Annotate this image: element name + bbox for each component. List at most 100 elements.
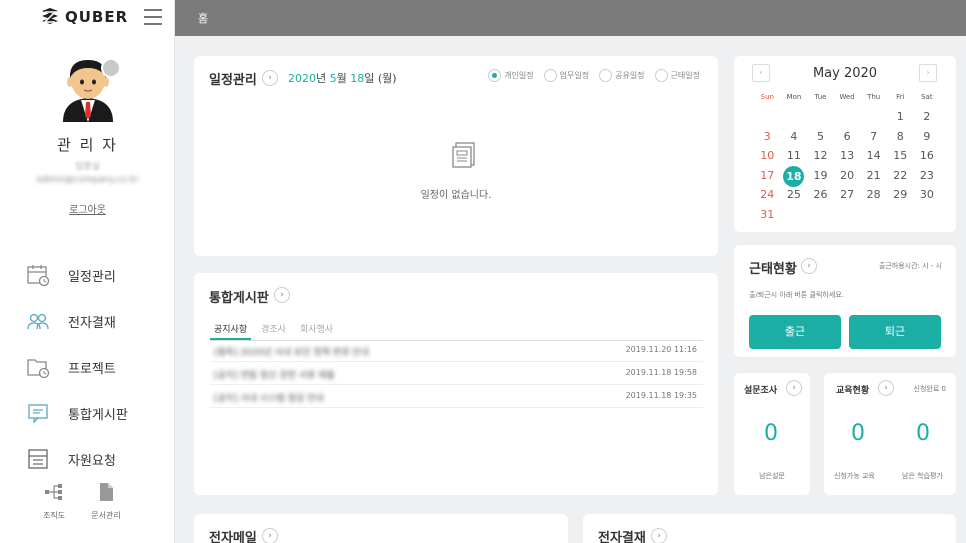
calendar-day[interactable]: 15 [887, 146, 914, 166]
sidebar-nav: 일정관리 전자결재 프로젝트 통합게시판 자원요청 [0, 252, 175, 482]
table-row[interactable]: [필독] 2020년 사내 보안 정책 변경 안내 2019.11.20 11:… [210, 339, 703, 362]
user-email: admin@company.co.kr [36, 175, 139, 185]
sidebar-item-resource[interactable]: 자원요청 [0, 436, 175, 482]
tab-company-event[interactable]: 회사행사 [296, 319, 337, 340]
calendar-day[interactable]: 7 [860, 127, 887, 147]
calendar-grid: Sun Mon Tue Wed Thu Fri Sat 1 2 3 4 5 6 7 8 9 10 11 12 13 14… [754, 93, 940, 224]
calendar-card: ‹ May 2020 › Sun Mon Tue Wed Thu Fri Sat 1 2 3 4 5 6… [734, 56, 956, 232]
filter-attendance-radio[interactable]: 근태일정 [654, 69, 700, 82]
menu-toggle-icon[interactable] [144, 9, 162, 25]
education-available-count: 0 [851, 421, 865, 446]
calendar-day[interactable]: 8 [887, 127, 914, 147]
calendar-day[interactable]: 1 [887, 107, 914, 127]
post-title: [필독] 2020년 사내 보안 정책 변경 안내 [214, 348, 369, 358]
sidebar-item-approval[interactable]: 전자결재 [0, 298, 175, 344]
calendar-day[interactable]: 20 [834, 166, 861, 186]
radio-label: 업무일정 [559, 71, 590, 80]
calendar-blank [754, 107, 781, 127]
post-title: [공지] 연말 정산 관련 서류 제출 [214, 371, 335, 381]
calendar-day[interactable]: 14 [860, 146, 887, 166]
board-title: 통합게시판 [209, 291, 269, 306]
survey-label: 남은설문 [759, 472, 785, 480]
mail-more-chevron-icon[interactable]: › [262, 528, 278, 543]
sub-item-label: 문서관리 [91, 511, 121, 520]
check-out-button[interactable]: 퇴근 [849, 315, 941, 349]
sidebar-item-board[interactable]: 통합게시판 [0, 390, 175, 436]
avatar[interactable] [57, 56, 121, 122]
survey-more-chevron-icon[interactable]: › [786, 380, 802, 396]
calendar-day[interactable]: 31 [754, 205, 781, 225]
approval-more-chevron-icon[interactable]: › [651, 528, 667, 543]
breadcrumb[interactable]: 홈 [198, 10, 208, 26]
date-year: 2020 [288, 72, 316, 85]
schedule-date: 2020년 5월 18일 (월) [288, 70, 397, 86]
attendance-allowed-hours: 출근허용시간: 시 - 시 [878, 262, 942, 270]
calendar-day[interactable]: 17 [754, 166, 781, 186]
calendar-day[interactable]: 27 [834, 185, 861, 205]
logout-link[interactable]: 로그아웃 [69, 201, 106, 216]
profile-settings-gear-icon[interactable] [100, 58, 121, 78]
education-status: 신청완료 0 [913, 385, 946, 393]
calendar-day[interactable]: 11 [781, 146, 808, 166]
check-in-button[interactable]: 출근 [749, 315, 841, 349]
date-sep-year: 년 [316, 72, 330, 85]
calendar-day[interactable]: 28 [860, 185, 887, 205]
calendar-day[interactable]: 6 [834, 127, 861, 147]
calendar-next-chevron-icon[interactable]: › [919, 64, 937, 82]
filter-shared-radio[interactable]: 공유일정 [599, 69, 645, 82]
survey-count: 0 [764, 421, 778, 446]
calendar-weekday: Sun [760, 93, 774, 101]
calendar-weekday: Mon [786, 93, 802, 101]
calendar-day[interactable]: 12 [807, 146, 834, 166]
calendar-day[interactable]: 4 [781, 127, 808, 147]
board-tabs: 공지사항 경조사 회사행사 [210, 319, 703, 341]
calendar-day[interactable]: 3 [754, 127, 781, 147]
education-more-chevron-icon[interactable]: › [878, 380, 894, 396]
attendance-hint: 출/퇴근시 아래 버튼 클릭하세요. [749, 291, 844, 299]
tab-notice[interactable]: 공지사항 [210, 319, 252, 340]
calendar-day[interactable]: 26 [807, 185, 834, 205]
filter-work-radio[interactable]: 업무일정 [543, 69, 590, 82]
calendar-day[interactable]: 21 [860, 166, 887, 186]
table-row[interactable]: [공지] 연말 정산 관련 서류 제출 2019.11.18 19:58 [210, 362, 703, 385]
calendar-day[interactable]: 5 [807, 127, 834, 147]
education-available-label: 신청가능 교육 [834, 472, 875, 480]
org-chart-icon [45, 484, 62, 500]
attendance-more-chevron-icon[interactable]: › [801, 258, 817, 274]
sidebar-item-org-chart[interactable]: 조직도 [34, 482, 74, 521]
sidebar-item-documents[interactable]: 문서관리 [86, 482, 126, 521]
schedule-more-chevron-icon[interactable]: › [262, 70, 278, 86]
calendar-day[interactable]: 19 [807, 166, 834, 186]
sub-item-label: 조직도 [42, 511, 66, 520]
calendar-day[interactable]: 24 [754, 185, 781, 205]
survey-title: 설문조사 [744, 386, 778, 396]
top-bar: 홈 [175, 0, 966, 36]
calendar-day-today[interactable]: 18 [781, 165, 808, 187]
logo[interactable]: QUBER [40, 7, 128, 27]
calendar-blank [807, 107, 834, 127]
table-row[interactable]: [공지] 사내 시스템 점검 안내 2019.11.18 19:35 [210, 385, 703, 408]
calendar-day[interactable]: 22 [887, 166, 914, 186]
post-date: 2019.11.18 19:58 [625, 368, 697, 377]
calendar-day[interactable]: 2 [914, 107, 941, 127]
filter-personal-radio[interactable]: 개인일정 [488, 69, 534, 82]
calendar-day[interactable]: 25 [781, 185, 808, 205]
sidebar-item-label: 일정관리 [68, 269, 116, 285]
calendar-day[interactable]: 16 [914, 146, 941, 166]
calendar-blank [860, 107, 887, 127]
sidebar-item-schedule[interactable]: 일정관리 [0, 252, 175, 298]
education-remaining-count: 0 [916, 421, 930, 446]
calendar-day[interactable]: 13 [834, 146, 861, 166]
project-icon [27, 359, 50, 379]
board-more-chevron-icon[interactable]: › [274, 287, 290, 303]
calendar-day[interactable]: 30 [914, 185, 941, 205]
sidebar-item-project[interactable]: 프로젝트 [0, 344, 175, 390]
logo-row: QUBER [0, 0, 175, 36]
calendar-day[interactable]: 10 [754, 146, 781, 166]
calendar-day[interactable]: 23 [914, 166, 941, 186]
calendar-day[interactable]: 9 [914, 127, 941, 147]
calendar-day[interactable]: 29 [887, 185, 914, 205]
tab-condolence[interactable]: 경조사 [257, 319, 290, 340]
brand-name: QUBER [65, 8, 129, 26]
empty-schedule-icon [452, 142, 475, 168]
